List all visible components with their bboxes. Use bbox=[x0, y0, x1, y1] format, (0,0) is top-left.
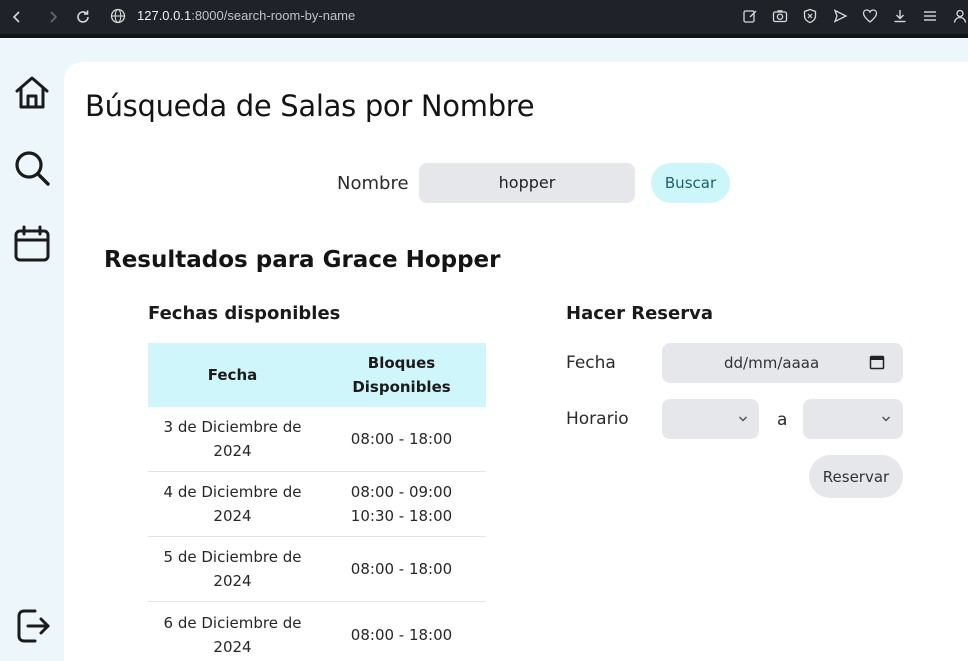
search-button[interactable]: Buscar bbox=[651, 163, 730, 203]
reservation-title: Hacer Reserva bbox=[566, 303, 713, 324]
column-header-bloques-label: Bloques Disponibles bbox=[352, 354, 451, 396]
forward-icon[interactable] bbox=[44, 8, 62, 26]
block-slot: 08:00 - 18:00 bbox=[350, 625, 453, 644]
date-label: Fecha bbox=[566, 353, 616, 373]
browser-divider bbox=[0, 34, 968, 38]
calendar-icon[interactable] bbox=[13, 225, 51, 263]
profile-icon[interactable] bbox=[952, 8, 968, 24]
schedule-label: Horario bbox=[566, 409, 629, 429]
table-row: 3 de Diciembre de 2024 08:00 - 18:00 bbox=[148, 407, 486, 472]
back-icon[interactable] bbox=[8, 8, 26, 26]
heart-icon[interactable] bbox=[862, 8, 878, 24]
end-time-select[interactable] bbox=[803, 399, 903, 439]
block-slot: 08:00 - 18:00 bbox=[350, 560, 453, 578]
table-row: 6 de Diciembre de 2024 08:00 - 18:00 bbox=[148, 602, 486, 661]
row-date: 4 de Diciembre de 2024 bbox=[163, 483, 302, 525]
table-row: 4 de Diciembre de 2024 08:00 - 09:00 10:… bbox=[148, 472, 486, 537]
start-time-select[interactable] bbox=[662, 399, 759, 439]
table-row: 5 de Diciembre de 2024 08:00 - 18:00 bbox=[148, 537, 486, 602]
block-slot: 10:30 - 18:00 bbox=[350, 507, 453, 525]
row-blocks: 08:00 - 09:00 10:30 - 18:00 bbox=[317, 472, 486, 536]
block-slot: 08:00 - 09:00 bbox=[350, 483, 453, 501]
url-path: :8000/search-room-by-name bbox=[191, 8, 356, 23]
row-date: 6 de Diciembre de 2024 bbox=[163, 613, 302, 656]
site-info-icon[interactable] bbox=[110, 8, 126, 29]
address-bar[interactable]: 127.0.0.1:8000/search-room-by-name bbox=[137, 8, 355, 23]
column-header-fecha: Fecha bbox=[207, 366, 258, 384]
row-date: 3 de Diciembre de 2024 bbox=[163, 418, 302, 460]
available-dates-title: Fechas disponibles bbox=[148, 303, 341, 324]
chevron-down-icon bbox=[881, 416, 891, 422]
table-header: Fecha Bloques Disponibles bbox=[148, 343, 486, 407]
calendar-picker-icon[interactable] bbox=[869, 354, 885, 370]
camera-icon[interactable] bbox=[772, 8, 788, 24]
chevron-down-icon bbox=[738, 416, 748, 422]
availability-table: Fecha Bloques Disponibles 3 de Diciembre… bbox=[148, 343, 486, 661]
edit-icon[interactable] bbox=[742, 8, 758, 24]
row-date: 5 de Diciembre de 2024 bbox=[163, 548, 302, 590]
row-blocks: 08:00 - 18:00 bbox=[317, 537, 486, 601]
menu-icon[interactable] bbox=[922, 8, 938, 24]
search-icon[interactable] bbox=[13, 149, 51, 187]
block-slot: 08:00 - 18:00 bbox=[350, 430, 453, 448]
results-title: Resultados para Grace Hopper bbox=[104, 247, 501, 273]
shield-icon[interactable] bbox=[802, 8, 818, 24]
main-card: Búsqueda de Salas por Nombre Nombre hopp… bbox=[64, 62, 968, 661]
row-blocks: 08:00 - 18:00 bbox=[317, 602, 486, 661]
time-separator: a bbox=[777, 410, 788, 430]
reload-icon[interactable] bbox=[74, 8, 92, 26]
send-icon[interactable] bbox=[832, 8, 848, 24]
logout-icon[interactable] bbox=[15, 607, 53, 645]
date-input[interactable]: dd/mm/aaaa bbox=[662, 343, 903, 383]
home-icon[interactable] bbox=[13, 74, 51, 112]
sidebar bbox=[0, 38, 66, 661]
date-placeholder: dd/mm/aaaa bbox=[724, 354, 820, 372]
name-search-input[interactable]: hopper bbox=[419, 163, 635, 203]
row-blocks: 08:00 - 18:00 bbox=[317, 407, 486, 471]
download-icon[interactable] bbox=[892, 8, 908, 24]
column-header-bloques: Bloques Disponibles bbox=[317, 343, 486, 407]
name-label: Nombre bbox=[337, 173, 409, 194]
url-host: 127.0.0.1 bbox=[137, 8, 192, 23]
reserve-button[interactable]: Reservar bbox=[809, 455, 903, 498]
page-title: Búsqueda de Salas por Nombre bbox=[85, 89, 535, 123]
browser-toolbar: 127.0.0.1:8000/search-room-by-name bbox=[0, 0, 968, 34]
